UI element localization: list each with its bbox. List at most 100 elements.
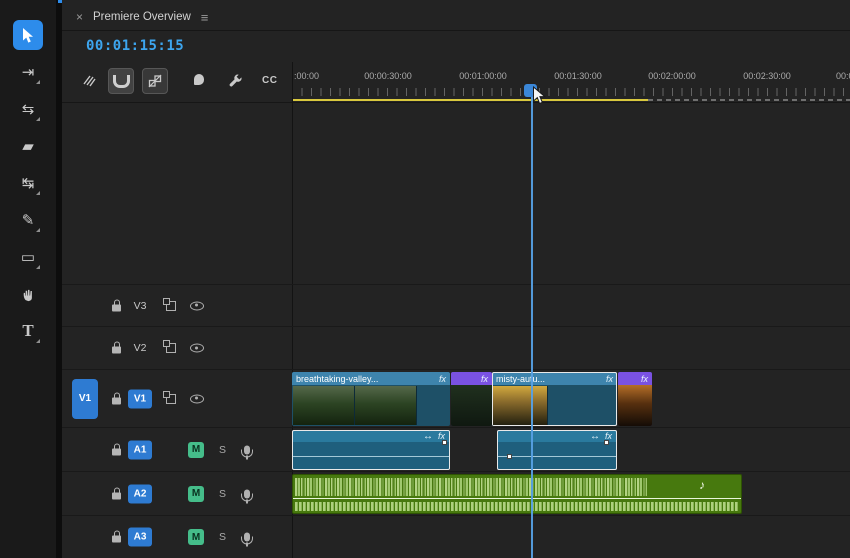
- timeline-settings-icon[interactable]: [228, 73, 243, 93]
- snap-toggle[interactable]: [108, 68, 134, 94]
- ripple-edit-icon: ⇆: [21, 101, 35, 118]
- flyout-corner: [36, 228, 40, 232]
- lock-icon[interactable]: [112, 487, 121, 499]
- panel-menu-icon[interactable]: ≡: [201, 10, 209, 25]
- lock-icon[interactable]: [112, 299, 121, 311]
- razor-tool[interactable]: ▰: [13, 131, 43, 161]
- panel-title[interactable]: Premiere Overview: [93, 11, 191, 23]
- thumbnail-frame: [618, 385, 652, 426]
- clip-title-bar: fx: [618, 372, 652, 385]
- track-target-a3[interactable]: A3: [128, 527, 152, 547]
- mute-button[interactable]: M: [188, 485, 204, 502]
- track-row-a3: A3 M S: [62, 515, 850, 558]
- source-patch-v1[interactable]: V1: [72, 378, 98, 419]
- solo-button[interactable]: S: [219, 531, 226, 543]
- clip-title-bar: ↔ fx: [497, 430, 617, 442]
- toggle-track-output-icon[interactable]: [190, 394, 204, 403]
- type-tool[interactable]: T: [13, 316, 43, 346]
- timeline-panel: × Premiere Overview ≡ 00:01:15:15 CC :00…: [62, 0, 850, 558]
- track-target-a1[interactable]: A1: [128, 440, 152, 459]
- keyframe-handle[interactable]: [442, 440, 447, 445]
- microphone-icon[interactable]: [241, 445, 253, 459]
- keyframe-handle[interactable]: [507, 454, 512, 459]
- work-area-remainder: [648, 99, 850, 101]
- playhead-timecode[interactable]: 00:01:15:15: [86, 38, 184, 54]
- nest-sequence-icon[interactable]: [82, 73, 96, 92]
- microphone-icon[interactable]: [241, 532, 253, 547]
- track-label-v2[interactable]: V2: [128, 342, 152, 354]
- clip-name: misty-autu...: [496, 373, 546, 384]
- toggle-track-output-icon[interactable]: [190, 301, 204, 310]
- video-clip-purple-2[interactable]: fx: [618, 372, 652, 426]
- clip-thumbnails: [493, 386, 548, 425]
- time-ruler[interactable]: :00:00 00:00:30:00 00:01:00:00 00:01:30:…: [292, 62, 850, 102]
- music-note-icon: ♪: [699, 478, 705, 492]
- microphone-icon[interactable]: [241, 489, 253, 503]
- lock-icon[interactable]: [112, 443, 121, 455]
- track-target-v1[interactable]: V1: [128, 389, 152, 408]
- panel-tab-bar: × Premiere Overview ≡: [62, 4, 850, 31]
- add-marker-icon[interactable]: [194, 74, 204, 85]
- lock-icon[interactable]: [112, 392, 121, 404]
- audio-clip-music[interactable]: ♪: [292, 474, 742, 514]
- playhead-line[interactable]: [531, 95, 533, 558]
- pen-tool[interactable]: ✎: [13, 205, 43, 235]
- video-clip-breathtaking-valley[interactable]: breathtaking-valley... fx: [292, 372, 450, 426]
- clip-name: breathtaking-valley...: [296, 373, 379, 384]
- slip-icon: ↹: [21, 175, 35, 192]
- type-icon: T: [22, 321, 34, 340]
- thumbnail-frame: [451, 385, 492, 426]
- rate-stretch-icon: ↔: [422, 430, 433, 442]
- track-target-a2[interactable]: A2: [128, 484, 152, 503]
- audio-clip-misty-autumn[interactable]: ↔ fx: [497, 430, 617, 470]
- track-label-v3[interactable]: V3: [128, 300, 152, 312]
- sync-lock-icon[interactable]: [163, 340, 176, 353]
- linked-selection-toggle[interactable]: [142, 68, 168, 94]
- playhead-handle[interactable]: [524, 84, 537, 97]
- ripple-edit-tool[interactable]: ⇆: [13, 94, 43, 124]
- hand-tool[interactable]: [13, 279, 43, 309]
- mute-button[interactable]: M: [188, 529, 204, 545]
- flyout-corner: [36, 117, 40, 121]
- ruler-label: 00:00:30:00: [364, 71, 412, 81]
- volume-band[interactable]: [293, 498, 741, 499]
- solo-button[interactable]: S: [219, 488, 226, 500]
- track-header-v2: V2: [62, 327, 292, 369]
- timeline-toolbar: CC :00:00 00:00:30:00 00:01:00:00 00:01:…: [62, 62, 850, 103]
- flyout-corner: [36, 265, 40, 269]
- keyframe-handle[interactable]: [604, 440, 609, 445]
- mute-button[interactable]: M: [188, 441, 204, 458]
- toggle-track-output-icon[interactable]: [190, 343, 204, 353]
- flyout-corner: [36, 191, 40, 195]
- track-header-a3: A3 M S: [62, 516, 292, 558]
- fx-badge: fx: [605, 373, 613, 384]
- waveform: [295, 478, 647, 496]
- track-header-a1: A1 M S: [62, 428, 292, 471]
- video-clip-misty-autumn[interactable]: misty-autu... fx: [492, 372, 617, 426]
- track-row-a2: A2 M S ♪: [62, 471, 850, 515]
- lock-icon[interactable]: [112, 530, 121, 543]
- track-select-forward-tool[interactable]: ⇥: [13, 57, 43, 87]
- waveform: [295, 502, 739, 511]
- captions-icon[interactable]: CC: [262, 75, 277, 86]
- rectangle-tool[interactable]: ▭: [13, 242, 43, 272]
- lock-icon[interactable]: [112, 341, 121, 354]
- thumbnail-frame: [293, 386, 355, 425]
- rectangle-icon: ▭: [20, 249, 36, 266]
- close-icon[interactable]: ×: [76, 10, 83, 24]
- work-area-bar[interactable]: [292, 99, 648, 101]
- volume-band[interactable]: [497, 456, 617, 457]
- ruler-label: 00:01:00:00: [459, 71, 507, 81]
- audio-clip-breathtaking-valley[interactable]: ↔ fx: [292, 430, 450, 470]
- slip-tool[interactable]: ↹: [13, 168, 43, 198]
- clip-thumbnails: [293, 386, 417, 425]
- solo-button[interactable]: S: [219, 444, 226, 456]
- track-header-a2: A2 M S: [62, 472, 292, 515]
- rate-stretch-icon: ↔: [589, 430, 600, 442]
- video-clip-purple-1[interactable]: fx: [451, 372, 492, 426]
- track-row-v1: V1 V1 breathtaking-valley... fx fx misty…: [62, 369, 850, 427]
- sync-lock-icon[interactable]: [163, 390, 176, 404]
- volume-band[interactable]: [292, 456, 450, 457]
- selection-tool[interactable]: [13, 20, 43, 50]
- sync-lock-icon[interactable]: [163, 297, 176, 311]
